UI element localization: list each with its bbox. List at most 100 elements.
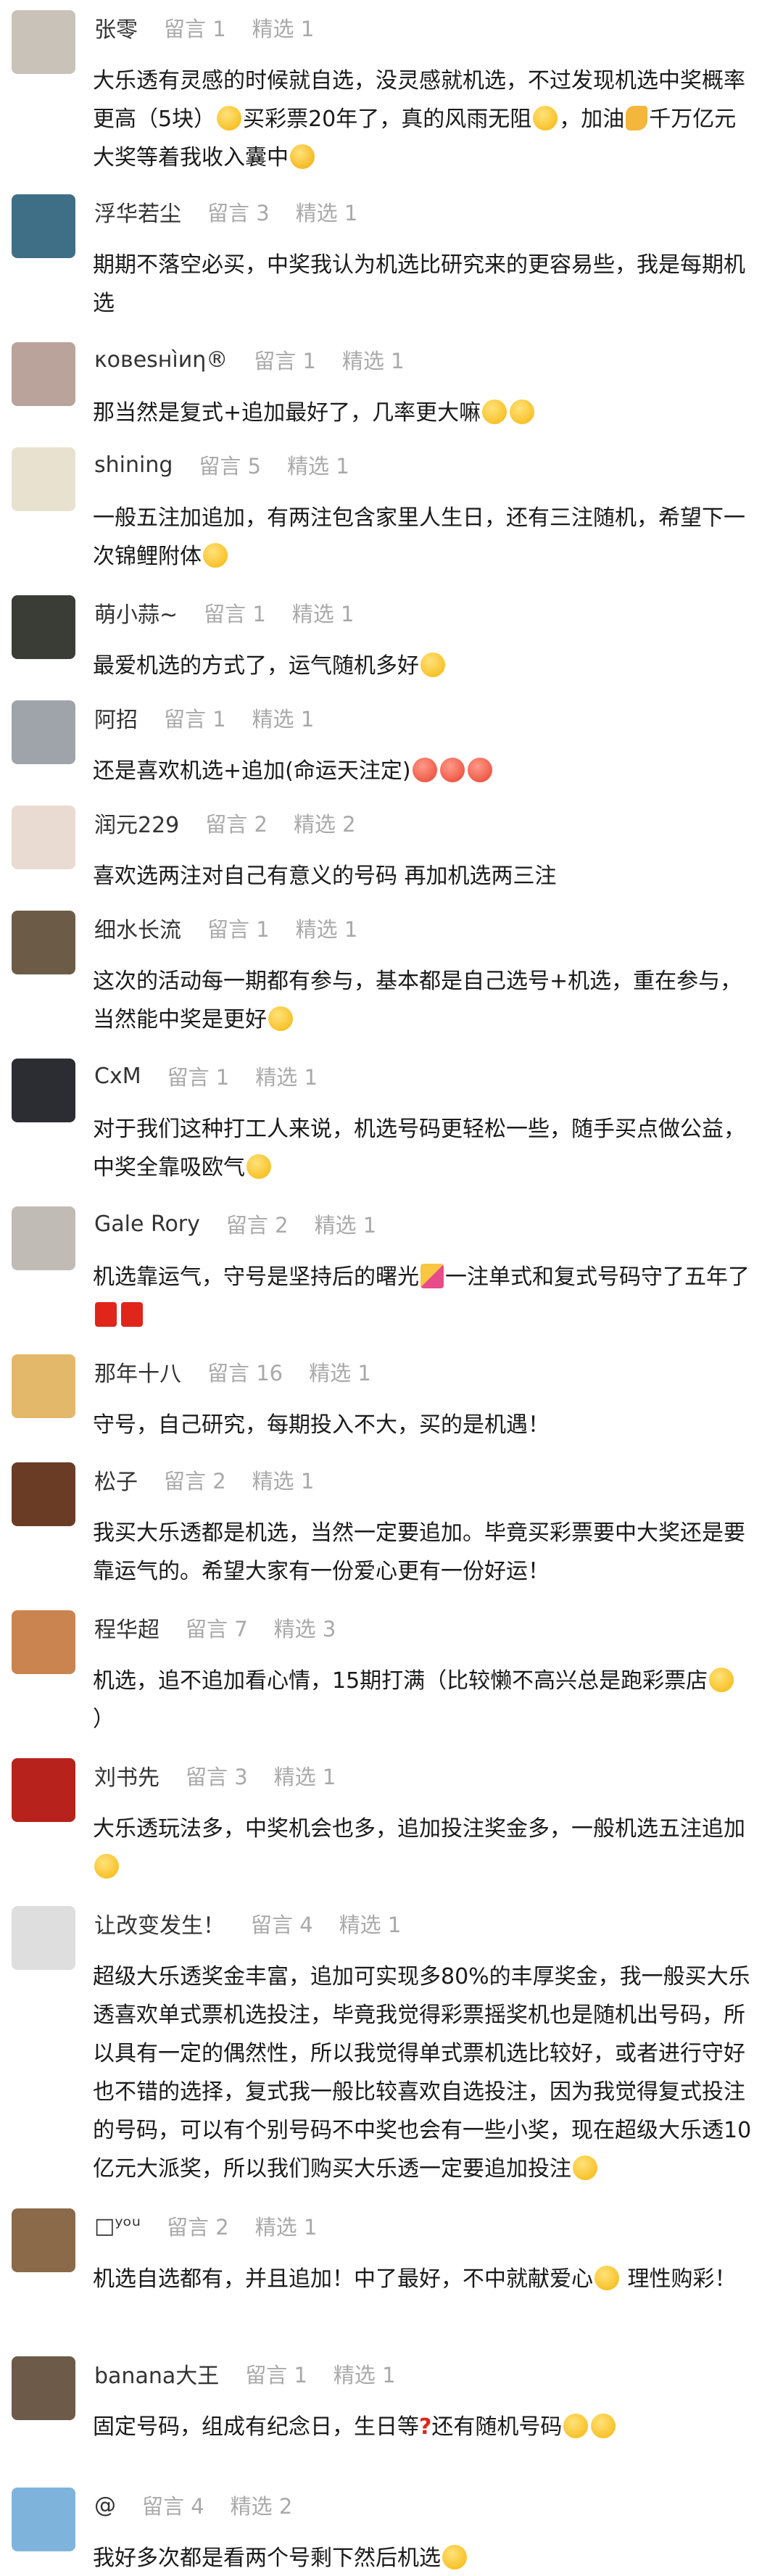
user-name[interactable]: CxM [94, 1064, 141, 1089]
comment-text-segment: 理性购彩！ [621, 2266, 737, 2292]
comment-text: 固定号码，组成有纪念日，生日等?还有随机号码 [93, 2408, 755, 2446]
user-name[interactable]: 刘书先 [94, 1760, 160, 1792]
comment-text-segment: 超级大乐透奖金丰富，追加可实现多80%的丰厚奖金，我一般买大乐透喜欢单式票机选投… [93, 1964, 752, 2182]
comment-header: 程华超 留言 7 精选 3 [94, 1610, 336, 1645]
user-name[interactable]: 萌小蒜~ [94, 597, 178, 629]
comment-count: 留言 5 [199, 454, 262, 479]
avatar[interactable] [12, 805, 75, 869]
featured-count: 精选 1 [254, 2215, 318, 2240]
comment-count: 留言 1 [204, 602, 266, 626]
comment-text-segment: 一般五注加追加，有两注包含家里人生日，还有三注随机，希望下一次锦鲤附体 [93, 505, 745, 569]
comment-feed: 张零 留言 1 精选 1 大乐透有灵感的时候就自选，没灵感就机选，不过发现机选中奖概率… [0, 0, 783, 2576]
comment-text: 对于我们这种打工人来说，机选号码更轻松一些，随手买点做公益，中奖全靠吸欧气 [93, 1110, 755, 1187]
user-name[interactable]: Gale Rory [94, 1212, 200, 1237]
avatar[interactable] [12, 1354, 75, 1418]
comment-text: 守号，自己研究，每期投入不大，买的是机遇！ [93, 1406, 755, 1444]
user-name[interactable]: banana大王 [94, 2358, 219, 2390]
comment-text-segment: 机选自选都有，并且追加！中了最好，不中就献爱心 [93, 2266, 593, 2292]
comment-text: 我好多次都是看两个号剩下然后机选 [93, 2539, 755, 2576]
comment-count: 留言 7 [186, 1617, 248, 1641]
comment-text: 这次的活动每一期都有参与，基本都是自己选号+机选，重在参与，当然能中奖是更好 [93, 962, 755, 1039]
user-name[interactable]: @ [94, 2493, 116, 2518]
featured-count: 精选 1 [341, 349, 405, 373]
red-envelope-icon [95, 1302, 117, 1327]
avatar[interactable] [12, 595, 75, 659]
avatar[interactable] [12, 1059, 75, 1122]
user-name[interactable]: 张零 [94, 12, 138, 44]
comment-count: 留言 16 [207, 1361, 283, 1386]
comment-count: 留言 4 [142, 2494, 204, 2519]
comment-header: @ 留言 4 精选 2 [94, 2488, 292, 2522]
comment-text-segment: 对于我们这种打工人来说，机选号码更轻松一些，随手买点做公益，中奖全靠吸欧气 [93, 1117, 745, 1180]
comment-text-segment: 这次的活动每一期都有参与，基本都是自己选号+机选，重在参与，当然能中奖是更好 [93, 969, 742, 1032]
comment-text: 喜欢选两注对自己有意义的号码 再加机选两三注 [93, 857, 755, 895]
avatar[interactable] [12, 1906, 75, 1970]
avatar[interactable] [12, 2208, 75, 2272]
avatar[interactable] [12, 194, 75, 258]
comment-text-segment: 我买大乐透都是机选，当然一定要追加。毕竟买彩票要中大奖还是要靠运气的。希望大家有… [93, 1520, 745, 1584]
avatar[interactable] [12, 1462, 75, 1526]
question-mark-icon: ? [419, 2414, 432, 2440]
featured-count: 精选 1 [333, 2363, 396, 2387]
avatar[interactable] [12, 447, 75, 511]
comment-count: 留言 2 [225, 1213, 289, 1238]
avatar[interactable] [12, 342, 75, 406]
featured-count: 精选 2 [293, 812, 356, 837]
user-name[interactable]: 程华超 [94, 1612, 160, 1644]
comment-text-segment: 机选，追不追加看心情，15期打满（比较懒不高兴总是跑彩票店 [93, 1668, 708, 1694]
comment-text-segment: ） [93, 1707, 115, 1732]
comment-text-segment: 还有随机号码 [431, 2414, 563, 2440]
featured-count: 精选 1 [252, 1469, 315, 1494]
comment-text-segment: 一注单式和复式号码守了五年了 [445, 1264, 750, 1290]
comment-header: 阿招 留言 1 精选 1 [94, 700, 314, 735]
avatar[interactable] [12, 1610, 75, 1674]
grin-emoji-icon [442, 2545, 467, 2569]
user-name[interactable]: 阿招 [94, 702, 138, 734]
comment-text: 我买大乐透都是机选，当然一定要追加。毕竟买彩票要中大奖还是要靠运气的。希望大家有… [93, 1514, 755, 1591]
comment-count: 留言 2 [164, 1469, 226, 1494]
comment-text-segment: ，加油 [559, 107, 625, 132]
avatar[interactable] [12, 2356, 75, 2420]
comment-header: 细水长流 留言 1 精选 1 [94, 911, 357, 945]
comment-text: 机选靠运气，守号是坚持后的曙光 一注单式和复式号码守了五年了 [93, 1258, 755, 1335]
user-name[interactable]: 润元229 [94, 807, 179, 839]
avatar[interactable] [12, 700, 75, 764]
comment-header: 那年十八 留言 16 精选 1 [94, 1354, 371, 1389]
tongue-emoji-icon [439, 758, 465, 782]
comment-text-segment: 固定号码，组成有纪念日，生日等 [93, 2414, 419, 2440]
user-name[interactable]: κοвеѕнìиη® [94, 347, 228, 373]
comment-text: 超级大乐透奖金丰富，追加可实现多80%的丰厚奖金，我一般买大乐透喜欢单式票机选投… [93, 1958, 755, 2188]
avatar[interactable] [12, 1206, 75, 1270]
user-name[interactable]: shining [94, 452, 173, 478]
user-name[interactable]: 浮华若尘 [94, 196, 181, 228]
comment-header: shining 留言 5 精选 1 [94, 447, 349, 482]
user-name[interactable]: 那年十八 [94, 1356, 181, 1388]
comment-header: κοвеѕнìиη® 留言 1 精选 1 [94, 342, 405, 377]
emoji-icon [563, 2414, 589, 2438]
party-popper-icon [420, 1264, 444, 1288]
user-name[interactable]: 松子 [94, 1464, 138, 1496]
comment-count: 留言 1 [164, 707, 226, 732]
comment-text: 期期不落空必买，中奖我认为机选比研究来的更容易些，我是每期机选 [93, 246, 755, 323]
comment-count: 留言 2 [205, 812, 268, 837]
user-name[interactable]: 让改变发生！ [94, 1908, 225, 1939]
avatar[interactable] [12, 10, 75, 74]
avatar[interactable] [12, 2488, 75, 2551]
comment-header: CxM 留言 1 精选 1 [94, 1059, 318, 1093]
emoji-icon [591, 2414, 616, 2438]
featured-count: 精选 1 [252, 17, 315, 41]
tongue-emoji-icon [412, 758, 437, 782]
comment-header: 刘书先 留言 3 精选 1 [94, 1758, 336, 1793]
user-name[interactable]: □ʸᵒᵘ [94, 2213, 141, 2239]
user-name[interactable]: 细水长流 [94, 912, 181, 944]
featured-count: 精选 2 [230, 2494, 293, 2519]
comment-text-segment: 最爱机选的方式了，运气随机多好 [93, 653, 419, 679]
avatar[interactable] [12, 911, 75, 974]
comment-text-segment: 守号，自己研究，每期投入不大，买的是机遇！ [93, 1412, 550, 1438]
tongue-emoji-icon [467, 758, 492, 782]
sunglasses-emoji-icon [290, 144, 315, 169]
comment-header: 让改变发生！ 留言 4 精选 1 [94, 1906, 401, 1941]
comment-header: 润元229 留言 2 精选 2 [94, 805, 356, 840]
comment-count: 留言 1 [245, 2363, 307, 2387]
avatar[interactable] [12, 1758, 75, 1822]
